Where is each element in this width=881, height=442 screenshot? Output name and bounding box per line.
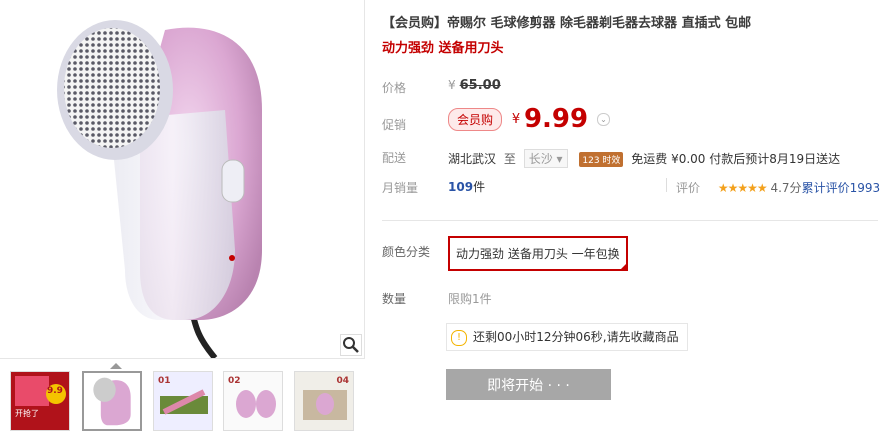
thumbnail-1[interactable]: 9.9 开抢了 <box>10 371 70 431</box>
thumb3-num: 01 <box>158 376 171 386</box>
countdown-notice: ! 还剩00小时12分钟06秒,请先收藏商品 <box>446 323 688 351</box>
sales-unit: 件 <box>473 180 486 194</box>
price-currency: ¥ <box>448 78 456 92</box>
promo-currency: ¥ <box>511 111 521 127</box>
chevron-down-icon[interactable]: ⌄ <box>596 112 610 126</box>
delivery-info: 湖北武汉 至 长沙 ▾ 123 时效 免运费 ¥0.00 付款后预计8月19日送… <box>448 149 840 168</box>
sku-option-text: 动力强劲 送备用刀头 一年包换 <box>456 247 620 261</box>
product-gallery: 9.9 开抢了 01 02 04 <box>0 0 365 442</box>
rating-label: 评价 <box>676 181 701 195</box>
color-label: 颜色分类 <box>382 245 431 259</box>
main-product-image[interactable] <box>0 0 365 359</box>
city-select-value: 长沙 <box>528 152 553 166</box>
shipping-text: 免运费 ¥0.00 付款后预计8月19日送达 <box>631 152 841 166</box>
quantity-label: 数量 <box>382 292 407 306</box>
price-label: 价格 <box>382 81 407 95</box>
delivery-label: 配送 <box>382 151 407 165</box>
thumbnail-strip: 9.9 开抢了 01 02 04 <box>0 363 365 435</box>
promo-price: 会员购 ¥ 9.99 ⌄ <box>448 104 610 134</box>
thumbnail-5[interactable]: 04 <box>294 371 354 431</box>
section-divider <box>382 220 878 221</box>
zoom-icon[interactable] <box>340 334 362 356</box>
rating-score: 4.7分 <box>770 181 802 195</box>
time-badge: 123 时效 <box>579 152 624 167</box>
sales-count: 109件 <box>448 178 485 195</box>
promo-label: 促销 <box>382 118 407 132</box>
thumbnail-2[interactable] <box>82 371 142 431</box>
delivery-to: 至 <box>503 152 516 166</box>
coming-soon-button[interactable]: 即将开始 · · · <box>446 369 611 400</box>
sales-label: 月销量 <box>382 181 419 195</box>
rating-block: 评价 ★★★★★ 4.7分累计评价1993 <box>676 179 880 196</box>
reviews-link[interactable]: 累计评价1993 <box>802 181 881 195</box>
thumb5-num: 04 <box>336 376 349 386</box>
star-icon: ★★★★★ <box>717 181 768 195</box>
thumb1-text: 开抢了 <box>15 409 39 418</box>
city-select[interactable]: 长沙 ▾ <box>523 149 568 168</box>
product-info-panel: 【会员购】帝赐尔 毛球修剪器 除毛器剃毛器去球器 直插式 包邮 动力强劲 送备用… <box>382 0 881 442</box>
sales-divider <box>666 178 667 192</box>
original-price-value: 65.00 <box>459 78 501 93</box>
product-title: 【会员购】帝赐尔 毛球修剪器 除毛器剃毛器去球器 直插式 包邮 <box>382 16 752 31</box>
countdown-text: 还剩00小时12分钟06秒,请先收藏商品 <box>473 330 679 344</box>
sales-count-value: 109 <box>448 180 474 194</box>
promo-price-value: 9.99 <box>523 104 589 134</box>
vip-badge: 会员购 <box>448 107 503 131</box>
thumb4-num: 02 <box>228 376 241 386</box>
selected-check-icon <box>618 262 628 271</box>
lint-remover-image <box>57 20 262 358</box>
thumbnail-3[interactable]: 01 <box>153 371 213 431</box>
quantity-limit: 限购1件 <box>448 292 492 306</box>
thumb1-badge: 9.9 <box>47 386 63 396</box>
thumbnail-4[interactable]: 02 <box>223 371 283 431</box>
delivery-origin: 湖北武汉 <box>448 152 497 166</box>
sku-option-selected[interactable]: 动力强劲 送备用刀头 一年包换 <box>448 236 628 271</box>
bulb-icon: ! <box>451 329 467 346</box>
original-price: ¥65.00 <box>448 78 501 93</box>
active-thumb-pointer <box>110 363 122 369</box>
product-subtitle: 动力强劲 送备用刀头 <box>382 41 504 56</box>
